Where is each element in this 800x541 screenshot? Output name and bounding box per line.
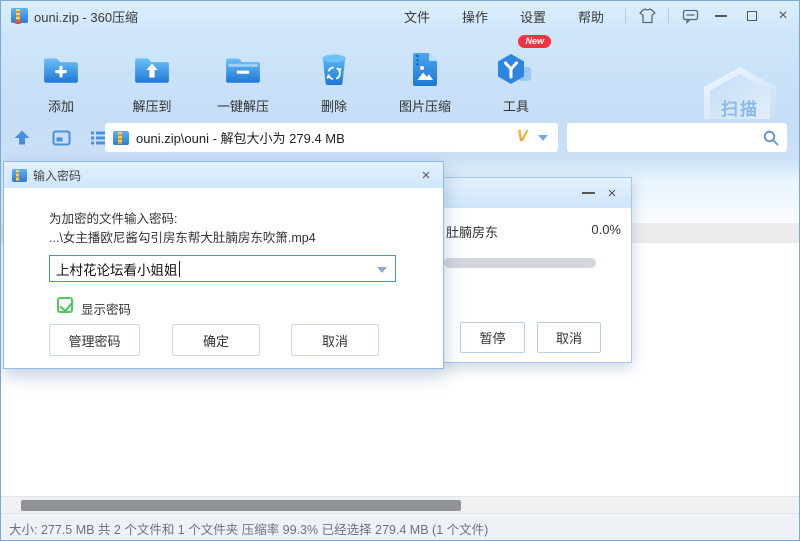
folder-plus-icon [42, 44, 80, 94]
toolbar-add-label: 添加 [48, 96, 74, 115]
scan-label: 扫描 [721, 95, 759, 120]
toolbar-tools-label: 工具 [503, 96, 529, 115]
extracting-file-fragment: 肚腩房东 [446, 222, 498, 241]
password-dialog-titlebar: 输入密码 × [4, 162, 443, 188]
image-document-icon [410, 44, 440, 94]
feedback-icon[interactable] [680, 6, 700, 26]
new-badge: New [518, 35, 551, 48]
toolbar-image-compress-button[interactable]: 图片压缩 [384, 37, 466, 115]
skin-shirt-icon[interactable] [637, 6, 657, 26]
password-value: 上村花论坛看小姐姐 [56, 259, 178, 279]
statusbar: 大小: 277.5 MB 共 2 个文件和 1 个文件夹 压缩率 99.3% 已… [1, 513, 799, 541]
menu-file[interactable]: 文件 [399, 5, 435, 28]
minimize-icon[interactable] [711, 6, 731, 26]
password-input[interactable]: 上村花论坛看小姐姐 [49, 255, 396, 282]
zip-file-icon [113, 131, 129, 145]
toolbar-one-click-extract-label: 一键解压 [217, 96, 269, 115]
addressbar: ouni.zip\ouni - 解包大小为 279.4 MB V [1, 119, 799, 156]
toolbar-image-compress-label: 图片压缩 [399, 96, 451, 115]
progress-dialog-titlebar: × [440, 178, 631, 208]
extract-progress-dialog: × 肚腩房东 0.0% 暂停 取消 [439, 177, 632, 363]
password-dialog-title: 输入密码 [33, 167, 81, 184]
close-icon[interactable]: × [773, 6, 793, 26]
maximize-icon[interactable] [742, 6, 762, 26]
toolbar-extract-to-button[interactable]: 解压到 [111, 37, 193, 115]
show-password-label: 显示密码 [81, 299, 131, 318]
vip-dropdown-icon[interactable] [538, 135, 548, 141]
app-window: ouni.zip - 360压缩 文件 操作 设置 帮助 × [0, 0, 800, 541]
menu-operation[interactable]: 操作 [457, 5, 493, 28]
titlebar: ouni.zip - 360压缩 文件 操作 设置 帮助 × [1, 1, 799, 31]
password-dialog: 输入密码 × 为加密的文件输入密码: ...\女主播欧尼酱勾引房东帮大肚腩房东吹… [3, 161, 444, 369]
toolbar-delete-button[interactable]: 删除 [293, 37, 375, 115]
progress-bar [444, 258, 596, 268]
menu-settings[interactable]: 设置 [515, 5, 551, 28]
folder-minus-icon [224, 44, 262, 94]
toolbar-delete-label: 删除 [321, 96, 347, 115]
window-title: ouni.zip - 360压缩 [34, 7, 138, 26]
zip-file-icon [12, 169, 27, 182]
up-level-icon[interactable] [11, 128, 33, 147]
ok-button[interactable]: 确定 [172, 324, 260, 356]
thumbnail-view-icon[interactable] [50, 128, 72, 147]
toolbar-extract-to-label: 解压到 [132, 96, 171, 115]
toolbar: 添加 解压到 [1, 31, 799, 119]
divider [668, 8, 669, 24]
dialog-minimize-icon[interactable] [582, 192, 595, 194]
folder-up-arrow-icon [133, 44, 171, 94]
pause-button[interactable]: 暂停 [460, 322, 525, 353]
show-password-checkbox[interactable] [57, 297, 73, 313]
menu-help[interactable]: 帮助 [573, 5, 609, 28]
toolbar-one-click-extract-button[interactable]: 一键解压 [202, 37, 284, 115]
password-history-dropdown-icon[interactable] [377, 267, 387, 273]
status-text: 大小: 277.5 MB 共 2 个文件和 1 个文件夹 压缩率 99.3% 已… [9, 519, 488, 538]
trash-recycle-icon [318, 44, 350, 94]
scrollbar-thumb[interactable] [21, 500, 461, 511]
path-text: ouni.zip\ouni - 解包大小为 279.4 MB [136, 128, 345, 147]
toolbar-add-button[interactable]: 添加 [20, 37, 102, 115]
progress-percent: 0.0% [591, 222, 621, 237]
search-icon[interactable] [763, 130, 779, 146]
dialog-close-icon[interactable]: × [603, 184, 621, 202]
horizontal-scrollbar[interactable] [1, 496, 799, 513]
progress-cancel-button[interactable]: 取消 [537, 322, 601, 353]
text-caret [179, 261, 180, 277]
app-zip-icon [11, 8, 28, 23]
search-box [567, 123, 787, 152]
divider [625, 8, 626, 24]
tools-hexagon-icon [496, 44, 536, 94]
search-input[interactable] [575, 126, 755, 148]
path-bar[interactable]: ouni.zip\ouni - 解包大小为 279.4 MB V [105, 123, 558, 152]
dialog-close-icon[interactable]: × [417, 166, 435, 184]
cancel-button[interactable]: 取消 [291, 324, 379, 356]
encrypted-filename: ...\女主播欧尼酱勾引房东帮大肚腩房东吹箫.mp4 [49, 227, 316, 246]
manage-passwords-button[interactable]: 管理密码 [49, 324, 140, 356]
vip-logo[interactable]: V [517, 126, 528, 146]
toolbar-tools-button[interactable]: New 工具 [475, 37, 557, 115]
menubar: 文件 操作 设置 帮助 [399, 1, 609, 31]
password-prompt: 为加密的文件输入密码: [49, 208, 177, 227]
